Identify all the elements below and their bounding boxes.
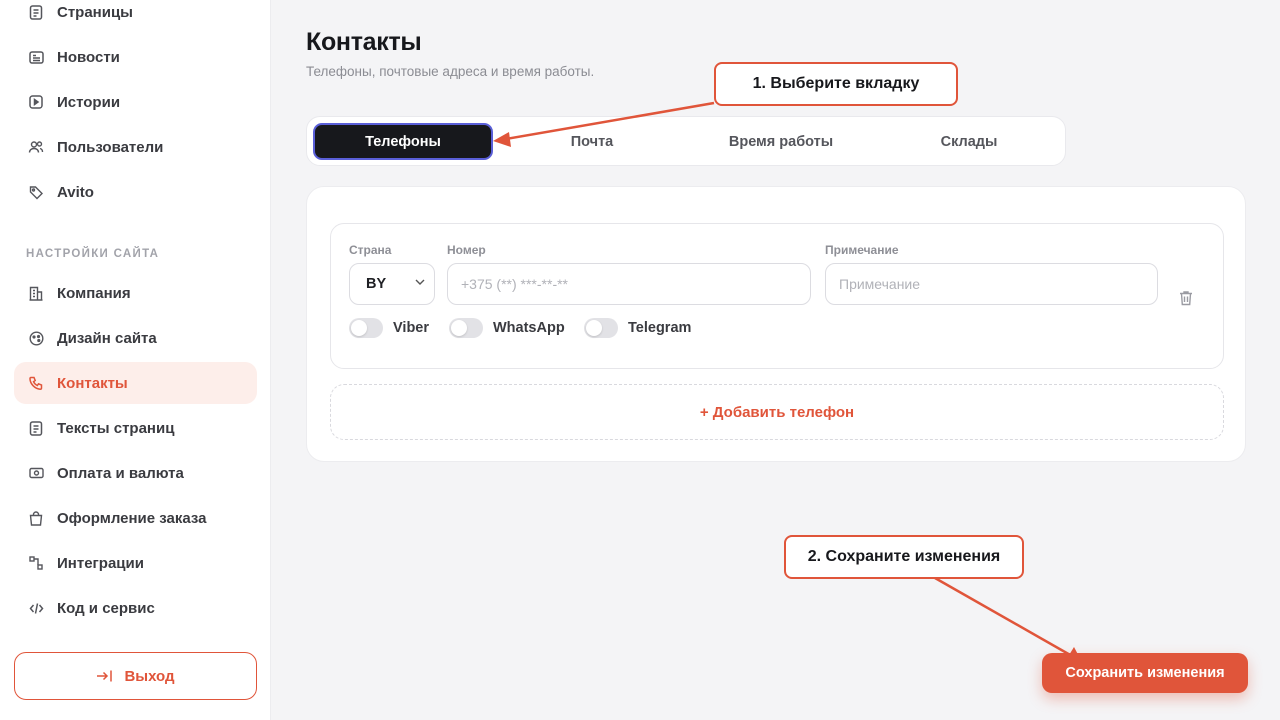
document-icon (28, 4, 44, 20)
logout-icon (96, 669, 114, 683)
toggle-switch[interactable] (584, 318, 618, 338)
sidebar-section-label: НАСТРОЙКИ САЙТА (26, 248, 160, 260)
newspaper-icon (28, 49, 44, 65)
palette-icon (28, 330, 44, 346)
toggle-switch[interactable] (349, 318, 383, 338)
sidebar-item-code[interactable]: Код и сервис (14, 587, 257, 629)
trash-icon[interactable] (1179, 290, 1193, 306)
note-input[interactable]: Примечание (825, 263, 1158, 305)
sidebar-item-pages[interactable]: Страницы (14, 0, 257, 33)
sidebar-item-avito[interactable]: Avito (14, 171, 257, 213)
telegram-toggle[interactable]: Telegram (584, 318, 691, 338)
building-icon (28, 285, 44, 301)
integration-icon (28, 555, 44, 571)
country-label: Страна (349, 243, 392, 257)
sidebar-item-integrations[interactable]: Интеграции (14, 542, 257, 584)
sidebar-item-stories[interactable]: Истории (14, 81, 257, 123)
sidebar-item-label: Оплата и валюта (57, 464, 184, 482)
phone-entry: Страна Номер Примечание BY +375 (**) ***… (330, 223, 1224, 369)
sidebar-item-label: Оформление заказа (57, 509, 207, 527)
number-label: Номер (447, 243, 486, 257)
sidebar-item-label: Контакты (57, 374, 128, 392)
shopping-bag-icon (28, 510, 44, 526)
sidebar-item-company[interactable]: Компания (14, 272, 257, 314)
sidebar-item-label: Дизайн сайта (57, 329, 157, 347)
tab-phones[interactable]: Телефоны (313, 123, 493, 160)
whatsapp-toggle[interactable]: WhatsApp (449, 318, 565, 338)
callout-step-2: 2. Сохраните изменения (784, 535, 1024, 579)
logout-label: Выход (124, 667, 175, 685)
users-icon (28, 139, 44, 155)
tab-mail[interactable]: Почта (502, 123, 682, 160)
sidebar-item-label: Пользователи (57, 138, 164, 156)
note-label: Примечание (825, 243, 899, 257)
play-square-icon (28, 94, 44, 110)
viber-toggle[interactable]: Viber (349, 318, 429, 338)
sidebar-item-label: Новости (57, 48, 120, 66)
sidebar-item-page-texts[interactable]: Тексты страниц (14, 407, 257, 449)
sidebar-item-label: Интеграции (57, 554, 144, 572)
sidebar-item-payment[interactable]: Оплата и валюта (14, 452, 257, 494)
chevron-down-icon (415, 279, 425, 285)
toggle-switch[interactable] (449, 318, 483, 338)
text-document-icon (28, 420, 44, 436)
banknote-icon (28, 465, 44, 481)
sidebar-item-checkout[interactable]: Оформление заказа (14, 497, 257, 539)
country-select[interactable]: BY (349, 263, 435, 305)
save-changes-button[interactable]: Сохранить изменения (1042, 653, 1248, 693)
tab-warehouses[interactable]: Склады (879, 123, 1059, 160)
contacts-tabs: Телефоны Почта Время работы Склады (306, 116, 1066, 166)
sidebar-item-contacts[interactable]: Контакты (14, 362, 257, 404)
add-phone-button[interactable]: + Добавить телефон (330, 384, 1224, 440)
sidebar: Страницы Новости Истории Пользователи Av… (0, 0, 271, 720)
sidebar-item-news[interactable]: Новости (14, 36, 257, 78)
page-subtitle: Телефоны, почтовые адреса и время работы… (306, 64, 595, 79)
telegram-label: Telegram (628, 320, 692, 336)
sidebar-item-label: Компания (57, 284, 131, 302)
viber-label: Viber (393, 320, 430, 336)
sidebar-item-label: Истории (57, 93, 121, 111)
sidebar-item-label: Тексты страниц (57, 419, 175, 437)
tag-icon (28, 184, 44, 200)
phone-icon (28, 375, 44, 391)
tab-working-hours[interactable]: Время работы (691, 123, 871, 160)
page-title: Контакты (306, 28, 422, 56)
sidebar-item-design[interactable]: Дизайн сайта (14, 317, 257, 359)
phones-card: Страна Номер Примечание BY +375 (**) ***… (306, 186, 1246, 462)
sidebar-item-label: Avito (57, 183, 94, 201)
country-value: BY (366, 276, 387, 292)
code-icon (28, 600, 44, 616)
sidebar-item-label: Страницы (57, 3, 133, 21)
phone-number-input[interactable]: +375 (**) ***-**-** (447, 263, 811, 305)
sidebar-item-users[interactable]: Пользователи (14, 126, 257, 168)
whatsapp-label: WhatsApp (493, 320, 565, 336)
callout-step-1: 1. Выберите вкладку (714, 62, 958, 106)
logout-button[interactable]: Выход (14, 652, 257, 700)
sidebar-item-label: Код и сервис (57, 599, 155, 617)
